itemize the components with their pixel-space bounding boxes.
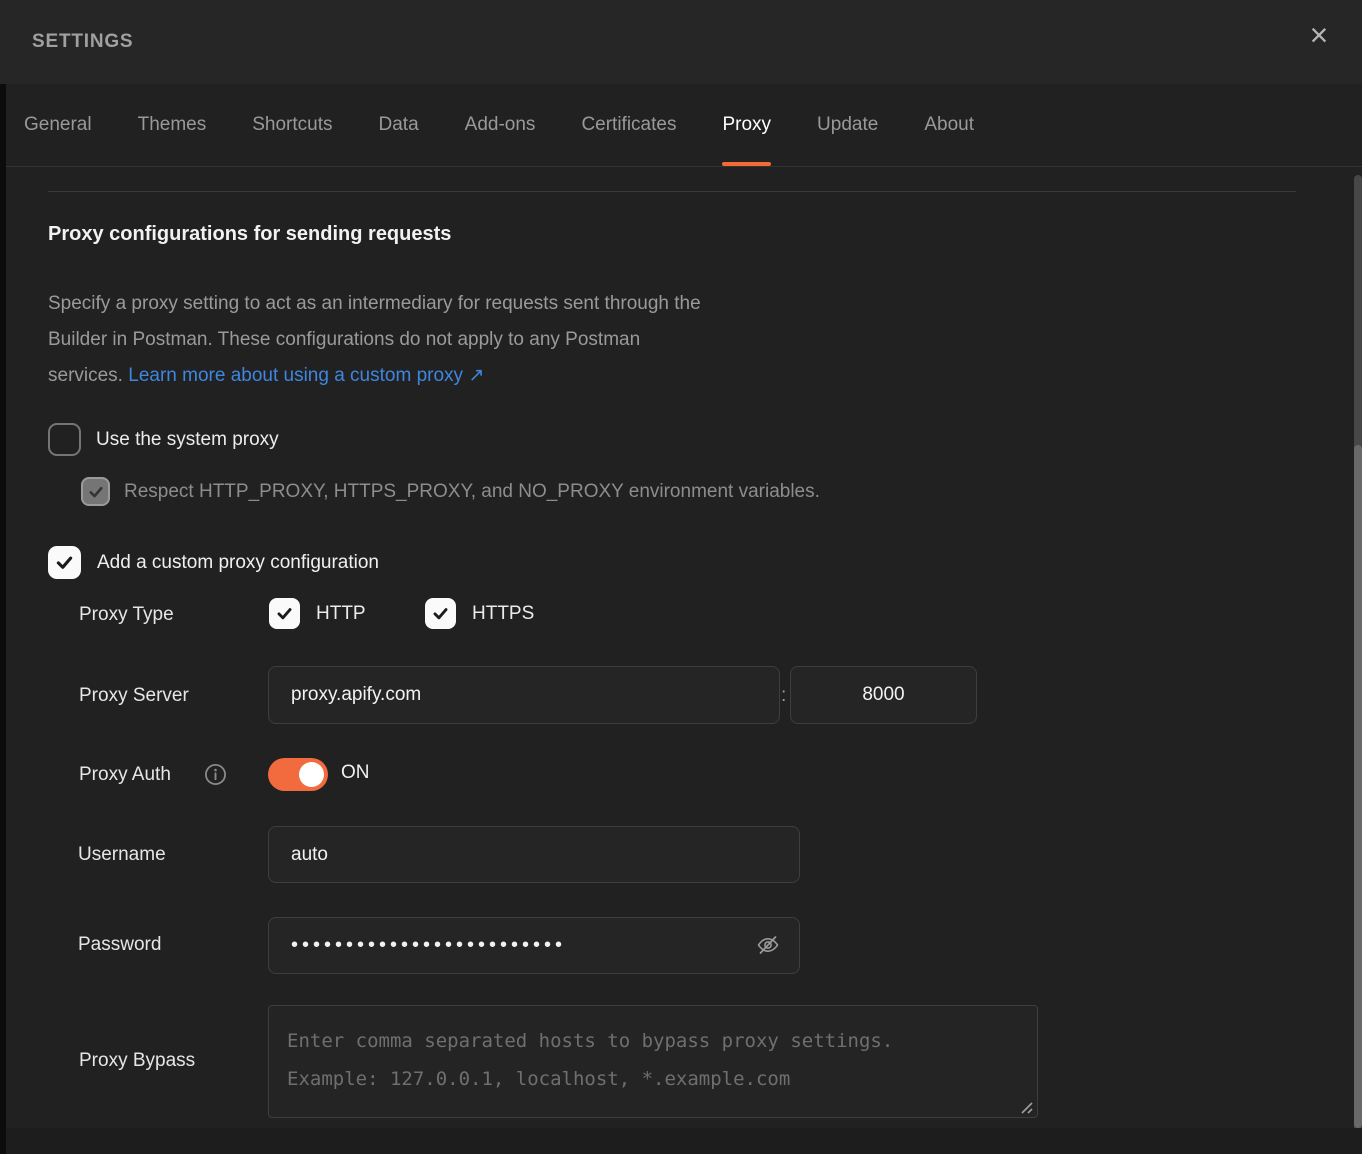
toggle-password-visibility-button[interactable] — [750, 929, 786, 961]
background-edge — [0, 84, 6, 1154]
tab-certificates[interactable]: Certificates — [581, 84, 676, 166]
proxy-server-input[interactable] — [268, 666, 780, 724]
dialog-title: SETTINGS — [32, 0, 133, 84]
tab-shortcuts[interactable]: Shortcuts — [252, 84, 332, 166]
settings-dialog: SETTINGS × General Themes Shortcuts Data… — [0, 0, 1362, 1154]
toggle-knob — [299, 762, 324, 787]
respect-env-row: Respect HTTP_PROXY, HTTPS_PROXY, and NO_… — [81, 477, 820, 506]
tab-general[interactable]: General — [24, 84, 92, 166]
add-custom-proxy-checkbox[interactable] — [48, 546, 81, 579]
port-separator: : — [781, 685, 786, 707]
proxy-bypass-textarea[interactable] — [268, 1005, 1038, 1118]
https-checkbox[interactable] — [425, 598, 456, 629]
use-system-proxy-row: Use the system proxy — [48, 423, 279, 456]
tab-addons[interactable]: Add-ons — [465, 84, 536, 166]
proxy-type-http: HTTP — [269, 598, 366, 629]
learn-more-link[interactable]: Learn more about using a custom proxy ↗ — [128, 365, 484, 386]
http-label: HTTP — [316, 603, 366, 625]
checkmark-icon — [431, 604, 450, 623]
proxy-settings-panel: Proxy configurations for sending request… — [0, 167, 1362, 1128]
info-icon[interactable] — [204, 763, 227, 786]
add-custom-proxy-row: Add a custom proxy configuration — [48, 546, 379, 579]
username-label: Username — [78, 844, 166, 866]
password-input[interactable] — [268, 917, 800, 974]
section-description: Specify a proxy setting to act as an int… — [48, 286, 968, 394]
checkmark-icon — [54, 552, 75, 573]
close-icon[interactable]: × — [1298, 14, 1340, 56]
proxy-type-https: HTTPS — [425, 598, 534, 629]
use-system-proxy-label: Use the system proxy — [96, 429, 279, 451]
proxy-bypass-label: Proxy Bypass — [79, 1050, 195, 1072]
use-system-proxy-checkbox[interactable] — [48, 423, 81, 456]
add-custom-proxy-label: Add a custom proxy configuration — [97, 552, 379, 574]
external-link-icon: ↗ — [468, 365, 484, 386]
http-checkbox[interactable] — [269, 598, 300, 629]
eye-off-icon — [756, 931, 780, 959]
proxy-auth-label: Proxy Auth — [79, 764, 171, 786]
tab-data[interactable]: Data — [379, 84, 419, 166]
proxy-port-input[interactable] — [790, 666, 977, 724]
tab-update[interactable]: Update — [817, 84, 878, 166]
settings-tabbar: General Themes Shortcuts Data Add-ons Ce… — [0, 84, 1362, 167]
proxy-type-label: Proxy Type — [79, 604, 174, 626]
active-tab-underline — [722, 162, 771, 166]
password-label: Password — [78, 934, 161, 956]
checkmark-icon — [275, 604, 294, 623]
dialog-header: SETTINGS × — [0, 0, 1362, 84]
respect-env-label: Respect HTTP_PROXY, HTTPS_PROXY, and NO_… — [124, 481, 820, 503]
proxy-server-label: Proxy Server — [79, 685, 189, 707]
dialog-footer-strip — [0, 1128, 1362, 1154]
tab-about[interactable]: About — [924, 84, 974, 166]
https-label: HTTPS — [472, 603, 534, 625]
scrollbar-thumb[interactable] — [1354, 445, 1362, 1128]
proxy-auth-toggle[interactable] — [268, 758, 328, 791]
section-title: Proxy configurations for sending request… — [48, 223, 451, 246]
username-input[interactable] — [268, 826, 800, 883]
proxy-auth-state: ON — [341, 762, 370, 784]
content-divider — [48, 191, 1296, 192]
tab-themes[interactable]: Themes — [138, 84, 207, 166]
respect-env-checkbox[interactable] — [81, 477, 110, 506]
checkmark-icon — [87, 483, 105, 501]
tab-proxy[interactable]: Proxy — [722, 84, 771, 166]
